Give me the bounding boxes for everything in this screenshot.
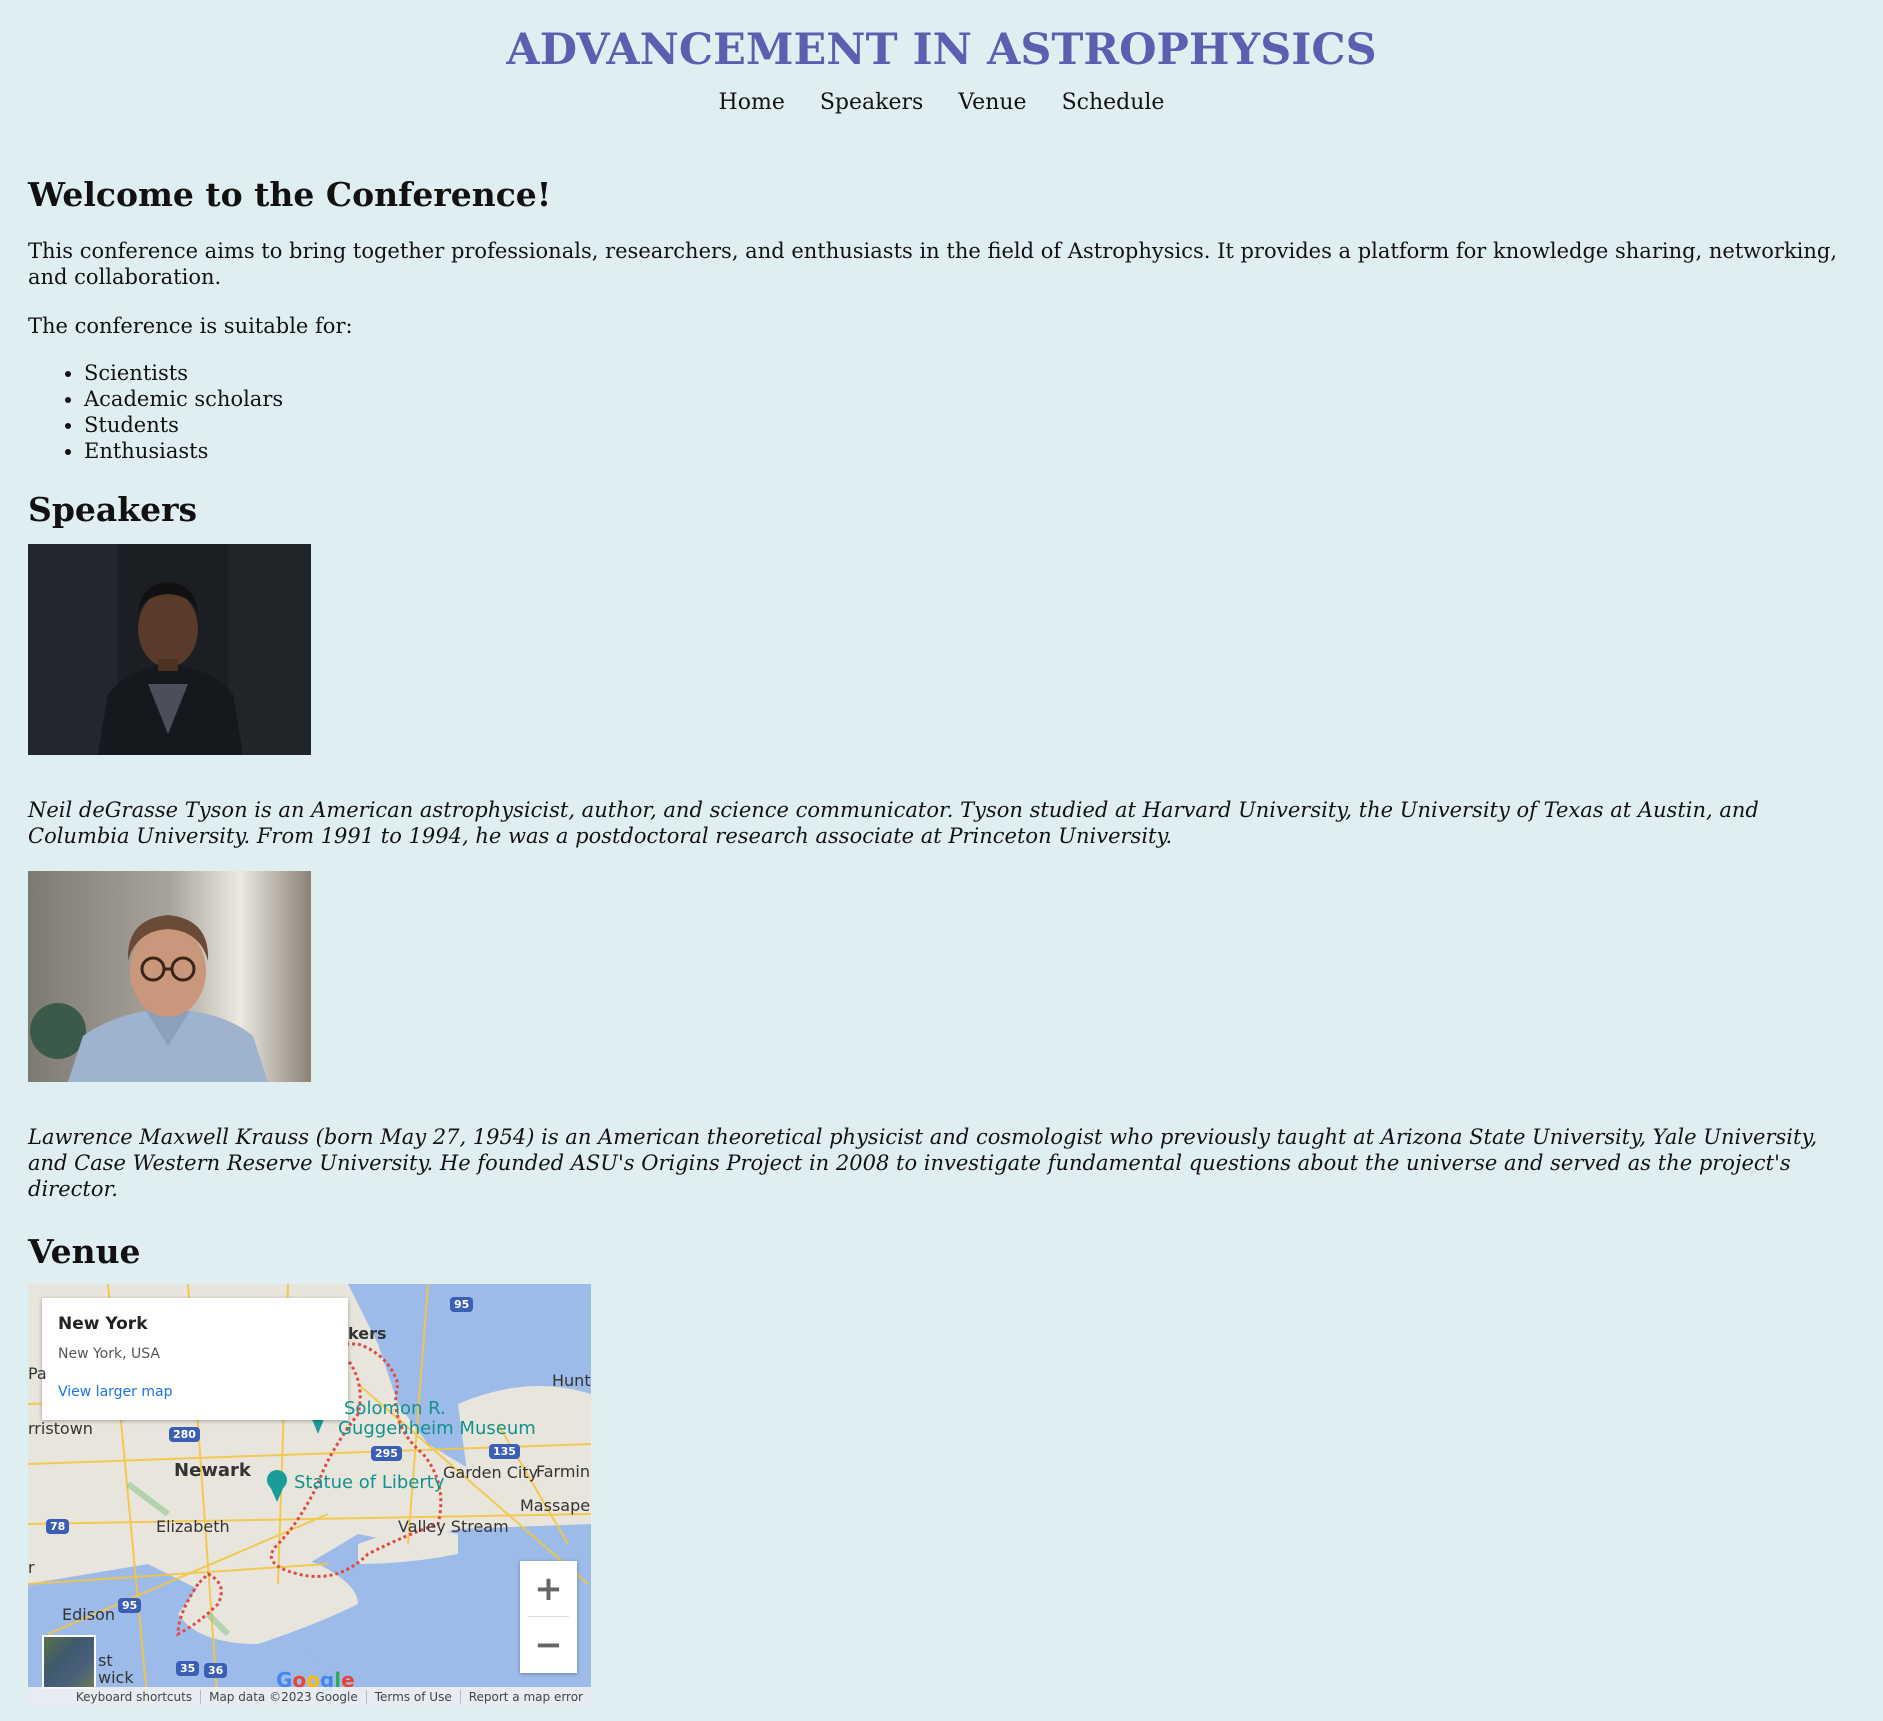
zoom-out-button[interactable]: − [520, 1617, 577, 1672]
map-label-massapequa: Massape [520, 1496, 591, 1515]
map-label-huntington: Hunti [552, 1371, 591, 1390]
map-zoom-control: + − [520, 1561, 577, 1673]
highway-shield: 36 [204, 1663, 228, 1678]
map-label-elizabeth: Elizabeth [156, 1517, 230, 1536]
map-label-valley-stream: Valley Stream [398, 1517, 509, 1536]
list-item: Academic scholars [84, 386, 1855, 412]
keyboard-shortcuts-link[interactable]: Keyboard shortcuts [68, 1690, 200, 1704]
venue-map[interactable]: New York New York, USA View larger map k… [28, 1284, 591, 1707]
map-label-brunswick: wick [98, 1668, 134, 1687]
map-satellite-toggle[interactable] [42, 1635, 96, 1689]
highway-shield: 95 [450, 1297, 474, 1312]
map-info-card: New York New York, USA View larger map [42, 1298, 348, 1420]
map-place-address: New York, USA [58, 1346, 160, 1362]
venue-section: Venue New York New York, USA View larger… [28, 1232, 1855, 1707]
speaker-bio-krauss: Lawrence Maxwell Krauss (born May 27, 19… [28, 1125, 1818, 1201]
speaker-photo-krauss [28, 871, 311, 1082]
map-data-attribution: Map data ©2023 Google [200, 1690, 366, 1704]
map-poi-statue-of-liberty[interactable]: Statue of Liberty [294, 1472, 445, 1493]
map-poi-guggenheim-line1[interactable]: Solomon R. [344, 1398, 446, 1419]
speakers-heading: Speakers [28, 490, 198, 529]
map-footer: Keyboard shortcuts Map data ©2023 Google… [28, 1687, 591, 1707]
highway-shield: 280 [169, 1427, 200, 1442]
zoom-in-button[interactable]: + [520, 1561, 577, 1616]
map-label-st: st [98, 1651, 113, 1670]
terms-of-use-link[interactable]: Terms of Use [365, 1690, 460, 1704]
suitable-label: The conference is suitable for: [28, 314, 353, 338]
view-larger-map-link[interactable]: View larger map [58, 1384, 332, 1400]
nav-home[interactable]: Home [719, 90, 785, 115]
nav-speakers[interactable]: Speakers [820, 90, 923, 115]
highway-shield: 95 [118, 1598, 142, 1613]
map-label-edison: Edison [62, 1605, 115, 1624]
welcome-heading: Welcome to the Conference! [28, 175, 552, 214]
site-header: ADVANCEMENT IN ASTROPHYSICS Home Speaker… [0, 0, 1883, 115]
highway-shield: 78 [46, 1519, 70, 1534]
map-label-r: r [28, 1558, 35, 1577]
map-poi-guggenheim-line2[interactable]: Guggenheim Museum [338, 1418, 536, 1439]
map-label-newark: Newark [174, 1460, 251, 1481]
map-label-pa: Pa [28, 1364, 47, 1383]
map-label-morristown: rristown [28, 1419, 93, 1438]
main-content: Welcome to the Conference! This conferen… [0, 175, 1883, 1707]
map-label-garden-city: Garden City [443, 1463, 539, 1482]
intro-paragraph: This conference aims to bring together p… [28, 239, 1838, 289]
list-item: Scientists [84, 360, 1855, 386]
speaker-bio-tyson: Neil deGrasse Tyson is an American astro… [28, 798, 1759, 848]
highway-shield: 295 [371, 1446, 402, 1461]
report-map-error-link[interactable]: Report a map error [459, 1690, 591, 1704]
map-label-yonkers: kers [348, 1324, 387, 1343]
list-item: Students [84, 412, 1855, 438]
speakers-section: Speakers Neil deGrasse Tyson is an Ameri… [28, 490, 1855, 1202]
nav-schedule[interactable]: Schedule [1062, 90, 1165, 115]
speaker-photo-tyson [28, 544, 311, 755]
main-nav: Home Speakers Venue Schedule [0, 90, 1883, 115]
nav-venue[interactable]: Venue [958, 90, 1026, 115]
highway-shield: 135 [489, 1444, 520, 1459]
map-label-farmingdale: Farmin [536, 1462, 591, 1481]
welcome-section: Welcome to the Conference! This conferen… [28, 175, 1855, 464]
map-place-name: New York [58, 1314, 148, 1334]
audience-list: Scientists Academic scholars Students En… [28, 360, 1855, 464]
site-title: ADVANCEMENT IN ASTROPHYSICS [506, 25, 1377, 75]
highway-shield: 35 [176, 1661, 200, 1676]
list-item: Enthusiasts [84, 438, 1855, 464]
venue-heading: Venue [28, 1232, 141, 1271]
